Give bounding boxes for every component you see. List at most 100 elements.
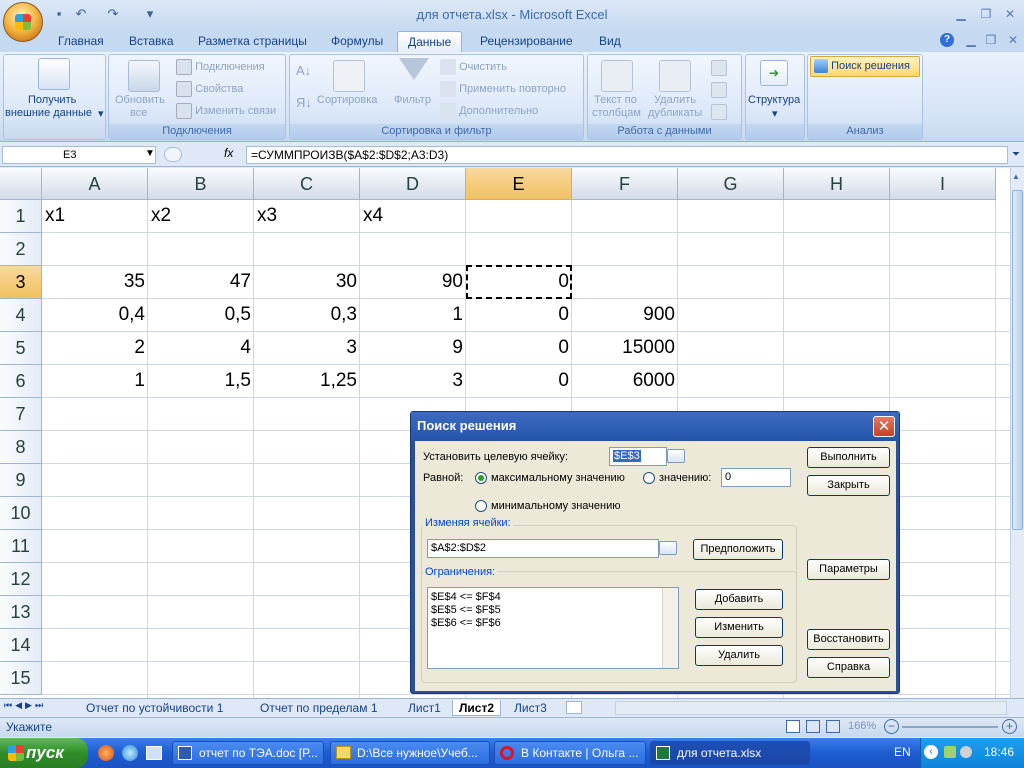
tab-home[interactable]: Главная — [48, 31, 114, 52]
task-excel[interactable]: для отчета.xlsx — [650, 741, 810, 765]
cell-e6[interactable]: 0 — [466, 365, 572, 397]
column-header-b[interactable]: B — [148, 168, 254, 200]
row-header-13[interactable]: 13 — [0, 596, 42, 629]
remove-duplicates-button[interactable] — [659, 60, 691, 92]
sheet-tab-list2[interactable]: Лист2 — [452, 700, 502, 716]
tab-view[interactable]: Вид — [589, 31, 631, 52]
cell-d6[interactable]: 3 — [360, 365, 466, 397]
cell-f6[interactable]: 6000 — [572, 365, 678, 397]
cell-a1[interactable]: x1 — [42, 200, 148, 232]
guess-button[interactable]: Предположить — [693, 539, 783, 560]
solve-button[interactable]: Выполнить — [807, 447, 890, 468]
desktop-icon[interactable] — [146, 746, 162, 760]
options-button[interactable]: Параметры — [807, 559, 890, 580]
cell-c6[interactable]: 1,25 — [254, 365, 360, 397]
task-word[interactable]: отчет по ТЭА.doc [Р... — [172, 741, 324, 765]
ie-icon[interactable] — [122, 745, 138, 761]
page-break-view-icon[interactable] — [826, 720, 840, 733]
zoom-out-icon[interactable]: − — [884, 719, 899, 734]
cell-c3[interactable]: 30 — [254, 266, 360, 298]
constraints-scrollbar[interactable] — [662, 588, 678, 668]
cell-a4[interactable]: 0,4 — [42, 299, 148, 331]
vertical-scrollbar[interactable]: ▲ — [1010, 168, 1024, 698]
refresh-all-button[interactable] — [128, 60, 160, 92]
consolidate-icon[interactable] — [711, 82, 727, 98]
cell-b4[interactable]: 0,5 — [148, 299, 254, 331]
changing-cells-input[interactable]: $A$2:$D$2 — [427, 539, 659, 558]
sort-az-icon[interactable]: A↓ — [296, 63, 311, 78]
edit-links-button[interactable]: Изменить связи — [176, 103, 276, 119]
filter-icon[interactable] — [399, 58, 429, 80]
column-header-f[interactable]: F — [572, 168, 678, 200]
cell-a5[interactable]: 2 — [42, 332, 148, 364]
constraint-item[interactable]: $E$6 <= $F$6 — [431, 617, 501, 629]
data-validation-icon[interactable] — [711, 60, 727, 76]
close-button[interactable]: Закрыть — [807, 475, 890, 496]
row-header-5[interactable]: 5 — [0, 332, 42, 365]
close-icon[interactable]: ✕ — [999, 6, 1021, 22]
column-header-a[interactable]: A — [42, 168, 148, 200]
column-header-d[interactable]: D — [360, 168, 466, 200]
cell-f4[interactable]: 900 — [572, 299, 678, 331]
change-button[interactable]: Изменить — [695, 617, 783, 638]
connections-button[interactable]: Подключения — [176, 59, 265, 75]
solver-button[interactable]: Поиск решения — [810, 56, 920, 77]
cell-d3[interactable]: 90 — [360, 266, 466, 298]
delete-button[interactable]: Удалить — [695, 645, 783, 666]
target-cell-input[interactable]: $E$3 — [609, 447, 667, 466]
row-header-8[interactable]: 8 — [0, 431, 42, 464]
cell-d5[interactable]: 9 — [360, 332, 466, 364]
help-icon[interactable]: ? — [940, 33, 954, 47]
text-to-columns-button[interactable] — [601, 60, 633, 92]
cell-b1[interactable]: x2 — [148, 200, 254, 232]
sort-za-icon[interactable]: Я↓ — [296, 95, 312, 110]
cell-c1[interactable]: x3 — [254, 200, 360, 232]
row-header-4[interactable]: 4 — [0, 299, 42, 332]
changing-ref-icon[interactable] — [659, 541, 677, 555]
row-header-11[interactable]: 11 — [0, 530, 42, 563]
row-header-2[interactable]: 2 — [0, 233, 42, 266]
row-header-15[interactable]: 15 — [0, 662, 42, 695]
sheet-tab-limits[interactable]: Отчет по пределам 1 — [254, 700, 384, 716]
expand-formula-icon[interactable]: ⏷ — [1009, 146, 1023, 164]
sheet-tab-list1[interactable]: Лист1 — [402, 700, 447, 716]
column-header-i[interactable]: I — [890, 168, 996, 200]
row-header-10[interactable]: 10 — [0, 497, 42, 530]
outline-button[interactable]: ➔ — [760, 60, 788, 86]
scroll-up-icon[interactable]: ▲ — [1012, 172, 1020, 181]
cell-e4[interactable]: 0 — [466, 299, 572, 331]
cell-c4[interactable]: 0,3 — [254, 299, 360, 331]
minimize-icon[interactable]: ▁ — [950, 6, 972, 22]
formula-input[interactable]: =СУММПРОИЗВ($A$2:$D$2;A3:D3) — [246, 146, 1008, 164]
page-layout-view-icon[interactable] — [806, 720, 820, 733]
constraints-list[interactable]: $E$4 <= $F$4 $E$5 <= $F$5 $E$6 <= $F$6 — [427, 587, 679, 669]
row-header-6[interactable]: 6 — [0, 365, 42, 398]
name-box[interactable]: E3 — [2, 146, 156, 164]
reset-button[interactable]: Восстановить — [807, 629, 890, 650]
normal-view-icon[interactable] — [786, 720, 800, 733]
value-input[interactable]: 0 — [721, 468, 791, 487]
cell-d4[interactable]: 1 — [360, 299, 466, 331]
volume-icon[interactable] — [960, 746, 972, 758]
select-all-corner[interactable] — [0, 168, 42, 200]
zoom-in-icon[interactable]: + — [1002, 719, 1017, 734]
cell-b5[interactable]: 4 — [148, 332, 254, 364]
row-header-14[interactable]: 14 — [0, 629, 42, 662]
tab-insert[interactable]: Вставка — [119, 31, 184, 52]
sheet-nav-icons[interactable]: ⏮◀▶⏭ — [4, 700, 46, 711]
dialog-close-icon[interactable]: ✕ — [873, 416, 895, 437]
reapply-button[interactable]: Применить повторно — [440, 81, 566, 97]
min-radio[interactable] — [475, 500, 487, 512]
row-header-1[interactable]: 1 — [0, 200, 42, 233]
ribbon-restore-icon[interactable]: ❐ — [980, 32, 1002, 48]
advanced-button[interactable]: Дополнительно — [440, 103, 538, 119]
ribbon-close-icon[interactable]: ✕ — [1002, 32, 1024, 48]
task-opera[interactable]: В Контакте | Ольга ... — [494, 741, 646, 765]
tab-data[interactable]: Данные — [397, 31, 463, 52]
formula-bar-handle-icon[interactable] — [164, 147, 182, 162]
column-header-c[interactable]: C — [254, 168, 360, 200]
insert-sheet-icon[interactable] — [566, 701, 582, 714]
help-button[interactable]: Справка — [807, 657, 890, 678]
firefox-icon[interactable] — [98, 745, 114, 761]
row-header-9[interactable]: 9 — [0, 464, 42, 497]
